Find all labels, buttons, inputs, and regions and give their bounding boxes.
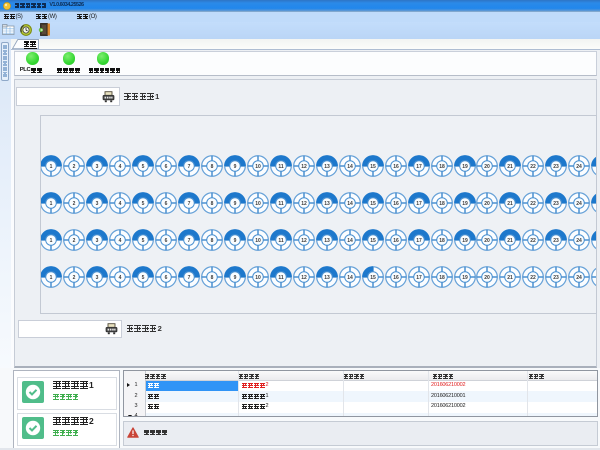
svg-text:1: 1 <box>50 164 53 170</box>
svg-text:9: 9 <box>234 238 237 244</box>
svg-text:8: 8 <box>211 164 214 170</box>
svg-text:8: 8 <box>211 275 214 281</box>
svg-text:15: 15 <box>370 238 376 244</box>
svg-text:22: 22 <box>531 275 537 281</box>
svg-text:9: 9 <box>234 164 237 170</box>
svg-text:18: 18 <box>439 238 445 244</box>
svg-text:4: 4 <box>119 275 122 281</box>
svg-text:2: 2 <box>73 238 76 244</box>
svg-text:3: 3 <box>96 164 99 170</box>
svg-text:12: 12 <box>301 164 307 170</box>
svg-text:14: 14 <box>347 164 353 170</box>
svg-text:21: 21 <box>508 164 514 170</box>
svg-text:15: 15 <box>370 164 376 170</box>
svg-text:4: 4 <box>119 164 122 170</box>
svg-text:24: 24 <box>576 164 582 170</box>
svg-text:17: 17 <box>416 201 422 207</box>
svg-text:2: 2 <box>73 275 76 281</box>
svg-text:15: 15 <box>370 201 376 207</box>
svg-text:6: 6 <box>165 164 168 170</box>
svg-text:14: 14 <box>347 275 353 281</box>
svg-text:10: 10 <box>255 201 261 207</box>
svg-text:19: 19 <box>462 275 468 281</box>
svg-text:2: 2 <box>73 201 76 207</box>
svg-text:4: 4 <box>119 201 122 207</box>
svg-text:16: 16 <box>393 275 399 281</box>
svg-text:18: 18 <box>439 201 445 207</box>
svg-text:7: 7 <box>188 238 191 244</box>
svg-text:9: 9 <box>234 201 237 207</box>
svg-text:21: 21 <box>508 201 514 207</box>
svg-text:22: 22 <box>531 164 537 170</box>
svg-text:8: 8 <box>211 238 214 244</box>
svg-text:8: 8 <box>211 201 214 207</box>
svg-text:21: 21 <box>508 275 514 281</box>
svg-text:10: 10 <box>255 275 261 281</box>
svg-text:7: 7 <box>188 201 191 207</box>
svg-text:20: 20 <box>485 201 491 207</box>
svg-text:3: 3 <box>96 275 99 281</box>
svg-text:20: 20 <box>485 164 491 170</box>
svg-text:16: 16 <box>393 164 399 170</box>
svg-text:13: 13 <box>324 201 330 207</box>
svg-text:19: 19 <box>462 201 468 207</box>
svg-text:23: 23 <box>554 164 560 170</box>
svg-text:5: 5 <box>142 164 145 170</box>
svg-text:12: 12 <box>301 238 307 244</box>
svg-text:7: 7 <box>188 164 191 170</box>
svg-text:23: 23 <box>554 201 560 207</box>
svg-text:24: 24 <box>576 275 582 281</box>
svg-text:3: 3 <box>96 238 99 244</box>
svg-text:3: 3 <box>96 201 99 207</box>
svg-text:7: 7 <box>188 275 191 281</box>
svg-text:16: 16 <box>393 238 399 244</box>
svg-text:15: 15 <box>370 275 376 281</box>
svg-text:11: 11 <box>278 164 284 170</box>
svg-text:5: 5 <box>142 275 145 281</box>
svg-text:2: 2 <box>73 164 76 170</box>
svg-text:5: 5 <box>142 201 145 207</box>
svg-text:18: 18 <box>439 164 445 170</box>
svg-text:24: 24 <box>576 238 582 244</box>
svg-text:11: 11 <box>278 238 284 244</box>
svg-text:20: 20 <box>485 238 491 244</box>
svg-text:10: 10 <box>255 238 261 244</box>
svg-text:1: 1 <box>50 201 53 207</box>
svg-text:19: 19 <box>462 238 468 244</box>
svg-text:12: 12 <box>301 275 307 281</box>
svg-text:10: 10 <box>255 164 261 170</box>
svg-text:21: 21 <box>508 238 514 244</box>
svg-text:6: 6 <box>165 201 168 207</box>
svg-text:19: 19 <box>462 164 468 170</box>
svg-text:20: 20 <box>485 275 491 281</box>
svg-text:14: 14 <box>347 201 353 207</box>
svg-text:14: 14 <box>347 238 353 244</box>
svg-text:22: 22 <box>531 238 537 244</box>
svg-text:17: 17 <box>416 275 422 281</box>
svg-text:23: 23 <box>554 275 560 281</box>
svg-text:1: 1 <box>50 275 53 281</box>
svg-text:22: 22 <box>531 201 537 207</box>
svg-text:17: 17 <box>416 238 422 244</box>
svg-text:13: 13 <box>324 164 330 170</box>
svg-text:23: 23 <box>554 238 560 244</box>
svg-text:6: 6 <box>165 275 168 281</box>
svg-text:12: 12 <box>301 201 307 207</box>
svg-text:1: 1 <box>50 238 53 244</box>
svg-text:6: 6 <box>165 238 168 244</box>
svg-text:11: 11 <box>278 201 284 207</box>
svg-text:5: 5 <box>142 238 145 244</box>
svg-text:9: 9 <box>234 275 237 281</box>
svg-text:11: 11 <box>278 275 284 281</box>
svg-text:4: 4 <box>119 238 122 244</box>
svg-text:13: 13 <box>324 238 330 244</box>
svg-text:18: 18 <box>439 275 445 281</box>
svg-text:17: 17 <box>416 164 422 170</box>
svg-text:16: 16 <box>393 201 399 207</box>
svg-text:13: 13 <box>324 275 330 281</box>
svg-text:24: 24 <box>576 201 582 207</box>
